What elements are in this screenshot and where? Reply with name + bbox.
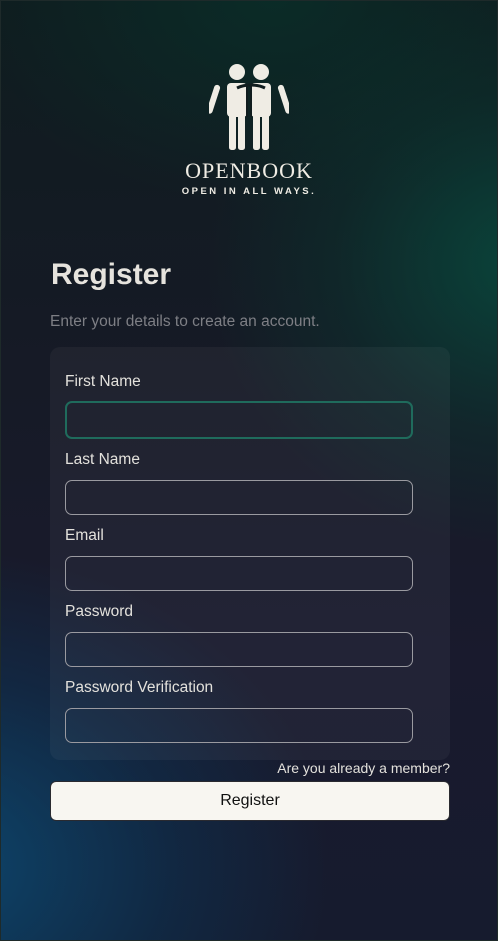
brand-name: OPENBOOK (185, 158, 313, 183)
page-subtitle: Enter your details to create an account. (50, 313, 320, 330)
email-label: Email (65, 527, 104, 544)
email-field[interactable] (65, 556, 413, 591)
password-field[interactable] (65, 632, 413, 667)
password-label: Password (65, 603, 134, 620)
brand-logo: OPENBOOK OPEN IN ALL WAYS. (0, 62, 498, 197)
last-name-label: Last Name (65, 451, 140, 468)
password-verification-field[interactable] (65, 708, 413, 743)
page-title: Register (51, 258, 172, 291)
first-name-label: First Name (65, 373, 141, 390)
brand-tagline: OPEN IN ALL WAYS. (181, 186, 317, 197)
password-verification-label: Password Verification (65, 679, 214, 696)
first-name-field[interactable] (65, 401, 413, 439)
already-member-link[interactable]: Are you already a member? (277, 760, 450, 776)
two-people-icon (209, 64, 289, 150)
last-name-field[interactable] (65, 480, 413, 515)
register-button[interactable]: Register (50, 781, 450, 821)
